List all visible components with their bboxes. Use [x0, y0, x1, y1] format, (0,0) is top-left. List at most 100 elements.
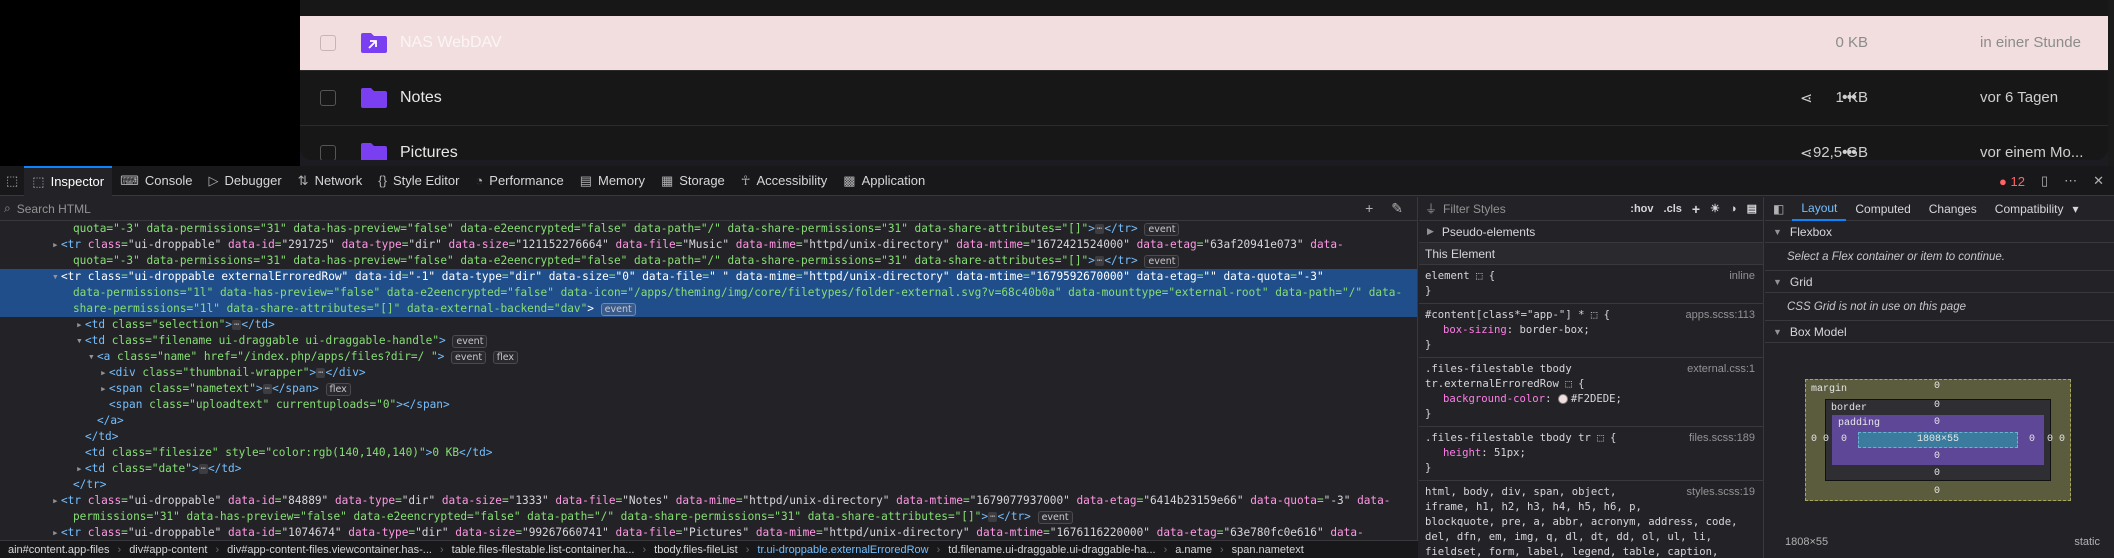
markup-line[interactable]: <span class="uploadtext" currentuploads=… [0, 397, 1417, 413]
box-model-section-header[interactable]: ▼ Box Model [1765, 321, 2114, 343]
tab-console[interactable]: ⌨ Console [112, 166, 200, 196]
add-rule-icon[interactable]: + [1692, 201, 1700, 217]
css-rule[interactable]: .files-filestable tbody tr ⬚ {files.scss… [1419, 427, 1763, 481]
css-rule[interactable]: .files-filestable tbody tr.externalErrore… [1419, 358, 1763, 427]
markup-line[interactable]: quota="-3" data-permissions="31" data-ha… [0, 253, 1417, 269]
padding-bottom-value[interactable]: 0 [1934, 451, 1940, 462]
grid-section-header[interactable]: ▼ Grid [1765, 271, 2114, 293]
color-swatch-icon[interactable] [1557, 394, 1568, 404]
markup-line[interactable]: ▸ <td class="date"> ⋯ </td> [0, 461, 1417, 477]
share-icon[interactable]: ⋖ [1800, 144, 1813, 160]
page-scrollbar[interactable] [2108, 0, 2114, 166]
tab-computed[interactable]: Computed [1846, 197, 1919, 221]
markup-line[interactable]: ▸ <tr class="ui-droppable" data-id="10746… [0, 525, 1417, 540]
markup-line[interactable]: </tr> [0, 477, 1417, 493]
css-declaration[interactable]: box-sizing: border-box; [1425, 323, 1757, 338]
markup-line[interactable]: </td> [0, 429, 1417, 445]
flexbox-section-header[interactable]: ▼ Flexbox [1765, 221, 2114, 243]
css-rule[interactable]: html, body, div, span, object, iframe, h1… [1419, 481, 1763, 558]
markup-line[interactable]: quota="-3" data-permissions="31" data-ha… [0, 221, 1417, 237]
add-node-icon[interactable]: + [1365, 200, 1373, 217]
markup-line[interactable]: </a> [0, 413, 1417, 429]
file-name[interactable]: NAS WebDAV [400, 34, 502, 52]
tab-debugger[interactable]: ▷ Debugger [201, 166, 290, 196]
breadcrumb-item[interactable]: tbody.files-fileList [646, 544, 746, 556]
sidebar-toggle-icon[interactable]: ◧ [1765, 202, 1792, 216]
share-icon[interactable]: ⋖ [1800, 89, 1813, 107]
markup-line[interactable]: permissions="31" data-has-preview="false… [0, 509, 1417, 525]
rule-source-link[interactable]: files.scss:189 [1689, 431, 1755, 446]
file-row[interactable]: Notes ⋖ ••• 1 KB vor 6 Tagen [300, 71, 2108, 126]
breadcrumb-item[interactable]: div#app-content [121, 544, 215, 556]
css-declaration[interactable]: height: 51px; [1425, 446, 1757, 461]
breadcrumb-item[interactable]: table.files-filestable.list-container.ha… [444, 544, 643, 556]
property-value[interactable]: border-box; [1520, 324, 1590, 336]
tab-changes[interactable]: Changes [1920, 197, 1986, 221]
markup-line[interactable]: ▸ <tr class="ui-droppable" data-id="29172… [0, 237, 1417, 253]
pseudo-elements-toggle[interactable]: ▶ Pseudo-elements [1419, 221, 1763, 243]
margin-top-value[interactable]: 0 [1934, 381, 1940, 392]
markup-line[interactable]: ▾ <tr class="ui-droppable externalErrored… [0, 269, 1417, 285]
border-bottom-value[interactable]: 0 [1934, 468, 1940, 479]
tab-network[interactable]: ⇅ Network [290, 166, 371, 196]
close-devtools-icon[interactable]: ✕ [2093, 173, 2104, 189]
overflow-chevron-icon[interactable]: ▾ [2073, 202, 2079, 216]
markup-line[interactable]: ▸ <span class="nametext"> ⋯ </span> flex [0, 381, 1417, 397]
file-name[interactable]: Pictures [400, 144, 458, 160]
row-checkbox[interactable] [320, 35, 336, 51]
eyedropper-icon[interactable]: ✎ [1391, 200, 1403, 217]
dark-theme-icon[interactable]: ◑ [1730, 203, 1737, 215]
search-html-input[interactable]: Search HTML [17, 202, 91, 216]
cls-toggle[interactable]: .cls [1664, 203, 1682, 215]
tab-memory[interactable]: ▤ Memory [572, 166, 653, 196]
rule-source-link[interactable]: external.css:1 [1687, 362, 1755, 377]
property-value[interactable]: 51px; [1494, 447, 1526, 459]
more-options-icon[interactable]: ⋯ [2064, 173, 2077, 189]
markup-line[interactable]: ▾ <td class="filename ui-draggable ui-dra… [0, 333, 1417, 349]
file-row[interactable]: Pictures ⋖ ••• 92,5 GB vor einem Mo... [300, 126, 2108, 160]
markup-line[interactable]: ▸ <tr class="ui-droppable" data-id="84889… [0, 493, 1417, 509]
hov-toggle[interactable]: :hov [1630, 203, 1653, 215]
padding-right-value[interactable]: 0 [2029, 434, 2035, 445]
tab-storage[interactable]: ▦ Storage [653, 166, 733, 196]
padding-top-value[interactable]: 0 [1934, 417, 1940, 428]
css-declaration[interactable]: background-color: #F2DEDE; [1425, 392, 1757, 407]
markup-line[interactable]: share-permissions="1l" data-share-attrib… [0, 301, 1417, 317]
responsive-mode-icon[interactable]: ▯ [2041, 173, 2048, 189]
padding-left-value[interactable]: 0 [1841, 434, 1847, 445]
property-name[interactable]: height [1443, 447, 1481, 459]
breadcrumb-item[interactable]: td.filename.ui-draggable.ui-draggable-ha… [940, 544, 1163, 556]
rule-source-link[interactable]: styles.scss:19 [1687, 485, 1755, 500]
breadcrumb-item[interactable]: a.name [1167, 544, 1220, 556]
file-row[interactable]: NAS WebDAV 0 KB in einer Stunde [300, 16, 2108, 71]
markup-line[interactable]: data-permissions="1l" data-has-preview="… [0, 285, 1417, 301]
tab-inspector[interactable]: ⬚ Inspector [24, 165, 113, 196]
filter-styles-input[interactable]: Filter Styles [1443, 202, 1506, 216]
print-media-icon[interactable]: ▤ [1747, 202, 1757, 215]
margin-bottom-value[interactable]: 0 [1934, 486, 1940, 497]
tab-style-editor[interactable]: {} Style Editor [370, 166, 467, 196]
css-rule[interactable]: element ⬚ {inline} [1419, 265, 1763, 304]
row-checkbox[interactable] [320, 145, 336, 160]
breadcrumb-item[interactable]: tr.ui-droppable.externalErroredRow [749, 544, 936, 556]
css-rule[interactable]: #content[class*="app-"] * ⬚ {apps.scss:1… [1419, 304, 1763, 358]
markup-line[interactable]: ▸ <td class="selection"> ⋯ </td> [0, 317, 1417, 333]
error-count-badge[interactable]: ● 12 [1999, 174, 2025, 189]
row-checkbox[interactable] [320, 90, 336, 106]
border-right-value[interactable]: 0 [2047, 434, 2053, 445]
tab-performance[interactable]: ◔ Performance [467, 166, 571, 196]
tab-accessibility[interactable]: ☥ Accessibility [733, 166, 836, 196]
tab-application[interactable]: ▩ Application [835, 166, 933, 196]
file-name[interactable]: Notes [400, 89, 442, 107]
rule-source-link[interactable]: apps.scss:113 [1685, 308, 1755, 323]
margin-left-value[interactable]: 0 [1811, 434, 1817, 445]
property-name[interactable]: background-color [1443, 393, 1545, 405]
breadcrumb-item[interactable]: span.nametext [1224, 544, 1312, 556]
markup-line[interactable]: <td class="filesize" style="color:rgb(14… [0, 445, 1417, 461]
breadcrumb-item[interactable]: div#app-content-files.viewcontainer.has-… [219, 544, 440, 556]
markup-line[interactable]: ▾ <a class="name" href="/index.php/apps/f… [0, 349, 1417, 365]
tab-layout[interactable]: Layout [1792, 197, 1847, 221]
border-top-value[interactable]: 0 [1934, 400, 1940, 411]
pick-element-button[interactable]: ⬚ [0, 166, 24, 196]
light-theme-icon[interactable]: ☀ [1710, 202, 1720, 215]
